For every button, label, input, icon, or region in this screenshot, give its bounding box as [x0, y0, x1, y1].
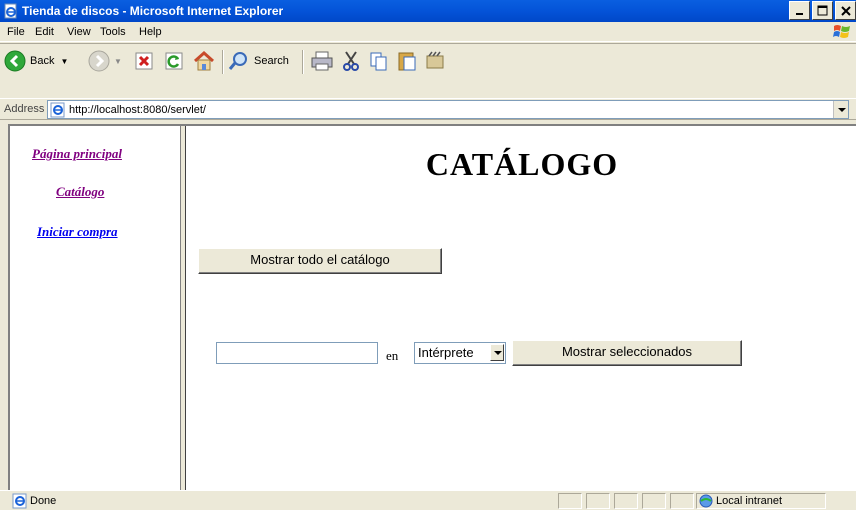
menu-file[interactable]: File: [7, 26, 25, 38]
stop-button[interactable]: [134, 48, 154, 74]
status-pane: [670, 493, 694, 509]
search-field-selected: Intérprete: [418, 345, 474, 360]
back-label: Back: [30, 55, 55, 67]
close-button[interactable]: [835, 1, 856, 20]
select-dropdown-icon[interactable]: [490, 344, 504, 361]
ie-page-icon: [50, 102, 65, 118]
ie-page-icon: [4, 3, 17, 19]
window-title-bar[interactable]: Tienda de discos - Microsoft Internet Ex…: [0, 0, 856, 22]
windows-flag-icon: [833, 25, 850, 38]
menu-bar: File Edit View Tools Help: [0, 22, 856, 42]
local-intranet-icon: [699, 494, 713, 508]
menu-view[interactable]: View: [67, 26, 91, 38]
menu-tools[interactable]: Tools: [100, 26, 126, 38]
print-button[interactable]: [310, 48, 334, 74]
nav-frame: Página principal Catálogo Iniciar compra: [10, 126, 180, 490]
close-icon: [841, 6, 851, 16]
minimize-button[interactable]: [789, 1, 810, 20]
address-input[interactable]: http://localhost:8080/servlet/: [47, 100, 849, 119]
address-url: http://localhost:8080/servlet/: [69, 104, 206, 116]
search-label: Search: [254, 55, 289, 67]
address-label: Address: [4, 103, 45, 115]
status-text: Done: [30, 495, 57, 507]
status-pane: [614, 493, 638, 509]
forward-dropdown-icon[interactable]: ▼: [114, 57, 122, 66]
forward-arrow-icon: [88, 50, 110, 72]
refresh-button[interactable]: [164, 48, 184, 74]
main-frame: CATÁLOGO Mostrar todo el catálogo en Int…: [186, 126, 856, 490]
status-pane: [642, 493, 666, 509]
copy-icon: [370, 52, 387, 71]
refresh-icon: [165, 52, 183, 70]
paste-button[interactable]: [396, 48, 418, 74]
maximize-icon: [817, 5, 828, 16]
page-content: Página principal Catálogo Iniciar compra…: [8, 124, 856, 490]
search-input[interactable]: [216, 342, 378, 364]
back-dropdown-icon[interactable]: ▼: [60, 57, 68, 66]
back-button[interactable]: Back ▼: [4, 48, 68, 74]
show-all-button[interactable]: Mostrar todo el catálogo: [198, 248, 442, 274]
status-pane: [558, 493, 582, 509]
home-icon: [194, 50, 214, 71]
minimize-icon: [796, 13, 803, 15]
media-icon: [426, 51, 444, 69]
address-dropdown-button[interactable]: [833, 101, 848, 118]
en-label: en: [386, 348, 399, 363]
menu-edit[interactable]: Edit: [35, 26, 54, 38]
copy-button[interactable]: [368, 48, 390, 74]
search-field-select[interactable]: Intérprete: [414, 342, 506, 364]
cut-button[interactable]: [340, 48, 362, 74]
search-magnifier-icon: [228, 52, 247, 70]
show-selected-button[interactable]: Mostrar seleccionados: [512, 340, 742, 366]
status-pane: [586, 493, 610, 509]
nav-link-iniciar-compra[interactable]: Iniciar compra: [37, 224, 118, 240]
nav-link-pagina-principal[interactable]: Página principal: [32, 146, 122, 162]
toolbar: Back ▼ ▼ Search: [0, 43, 856, 95]
page-title: CATÁLOGO: [425, 146, 619, 182]
ie-page-icon: [12, 493, 27, 509]
print-icon: [311, 51, 333, 71]
media-button[interactable]: [424, 48, 446, 74]
stop-icon: [135, 52, 153, 70]
back-arrow-icon: [4, 50, 26, 72]
nav-link-catalogo[interactable]: Catálogo: [56, 184, 104, 200]
window-title: Tienda de discos - Microsoft Internet Ex…: [22, 4, 284, 18]
search-button[interactable]: Search: [228, 48, 289, 74]
home-button[interactable]: [192, 48, 216, 74]
paste-icon: [398, 52, 416, 71]
menu-help[interactable]: Help: [139, 26, 162, 38]
maximize-button[interactable]: [812, 1, 833, 20]
cut-icon: [343, 51, 359, 71]
address-bar: Address http://localhost:8080/servlet/: [0, 98, 856, 120]
zone-text: Local intranet: [716, 495, 783, 507]
forward-button[interactable]: ▼: [88, 48, 122, 74]
status-bar: Done Local intranet: [0, 490, 856, 510]
